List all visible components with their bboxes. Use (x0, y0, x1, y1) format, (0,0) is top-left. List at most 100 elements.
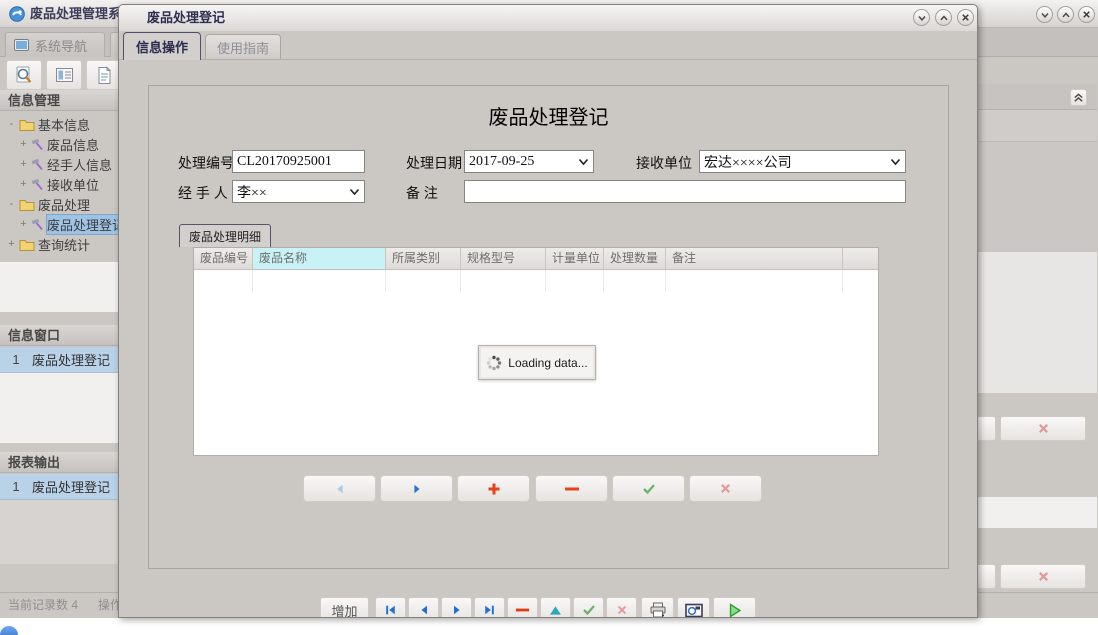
next-record-button[interactable] (441, 597, 472, 618)
next-icon (411, 483, 423, 495)
last-record-button[interactable] (474, 597, 505, 618)
unit-select[interactable]: 宏达××××公司 (699, 150, 906, 173)
edit-record-button[interactable] (540, 597, 571, 618)
column-header[interactable]: 所属类别 (386, 248, 461, 270)
maximize-button[interactable] (1057, 6, 1074, 23)
column-header-highlighted[interactable]: 废品名称 (253, 248, 386, 270)
handler-select[interactable]: 李×× (232, 180, 365, 203)
tree-expander[interactable]: + (18, 158, 29, 170)
row-label: 废品处理登记 (32, 350, 110, 369)
code-input[interactable] (232, 150, 365, 173)
panel-header-info-window[interactable]: 信息窗口 (0, 325, 127, 346)
detail-add-button[interactable] (457, 475, 530, 502)
dialog-maximize-button[interactable] (935, 9, 952, 26)
tab-detail[interactable]: 废品处理明细 (179, 224, 271, 247)
dialog-close-button[interactable] (957, 9, 974, 26)
remove-icon (515, 606, 530, 614)
loading-text: Loading data... (508, 356, 587, 370)
waste-register-dialog: 废品处理登记 信息操作 使用指南 废品处理登记 处理编号 (118, 4, 978, 618)
tree-expander[interactable]: + (18, 138, 29, 150)
divider (119, 59, 977, 60)
prev-icon (334, 483, 346, 495)
tree-item-label: 基本信息 (38, 115, 90, 134)
detail-remove-button[interactable] (535, 475, 608, 502)
column-header[interactable]: 计量单位 (546, 248, 604, 270)
right-panel-header (978, 84, 1097, 110)
tab-label: 废品处理明细 (189, 228, 261, 245)
close-icon (1081, 9, 1092, 20)
monitor-icon (14, 39, 29, 51)
run-button[interactable] (713, 597, 756, 618)
unit-label: 接收单位 (636, 151, 692, 175)
taskbar-peek-icon (0, 626, 18, 635)
date-select[interactable]: 2017-09-25 (464, 150, 594, 173)
column-header[interactable]: 处理数量 (604, 248, 666, 270)
column-header[interactable]: 规格型号 (461, 248, 546, 270)
right-panel-content (978, 252, 1097, 393)
tree-item-label: 接收单位 (47, 175, 99, 194)
first-record-button[interactable] (375, 597, 406, 618)
dialog-titlebar[interactable]: 废品处理登记 (119, 5, 977, 31)
tab-system-nav[interactable]: 系统导航 (5, 32, 105, 57)
detail-confirm-button[interactable] (612, 475, 685, 502)
dialog-minimize-button[interactable] (913, 9, 930, 26)
close-button[interactable] (1078, 6, 1095, 23)
last-icon (483, 604, 496, 616)
tree-expander[interactable]: + (18, 178, 29, 190)
chevron-down-icon (1039, 9, 1051, 21)
tree-expander[interactable]: - (6, 118, 17, 130)
panel-header-report-output[interactable]: 报表输出 (0, 452, 127, 473)
folder-icon (19, 118, 35, 131)
delete-record-button[interactable] (507, 597, 538, 618)
add-icon (487, 482, 501, 496)
detail-cancel-button[interactable] (689, 475, 762, 502)
report-toolbar-button[interactable] (46, 60, 82, 90)
minimize-button[interactable] (1036, 6, 1053, 23)
column-header[interactable] (843, 248, 878, 270)
remark-input[interactable] (464, 180, 906, 203)
preview-button[interactable] (677, 597, 710, 618)
column-header[interactable]: 废品编号 (194, 248, 253, 270)
dialog-window-controls (913, 9, 974, 26)
report-output-row[interactable]: 1 废品处理登记 (0, 474, 127, 500)
print-button[interactable] (641, 597, 674, 618)
tab-label: 使用指南 (217, 38, 269, 57)
tree-expander[interactable]: - (6, 198, 17, 210)
detail-next-button[interactable] (380, 475, 453, 502)
tab-info-operation[interactable]: 信息操作 (123, 32, 201, 60)
panel-header-info-manage[interactable]: 信息管理 (0, 90, 127, 111)
detail-prev-button[interactable] (303, 475, 376, 502)
grid-header: 废品编号 废品名称 所属类别 规格型号 计量单位 处理数量 备注 (194, 248, 878, 270)
search-toolbar-button[interactable] (6, 60, 42, 90)
confirm-check-icon (642, 483, 656, 495)
cancel-button[interactable] (1000, 416, 1086, 441)
next-icon (451, 604, 463, 616)
document-toolbar-button[interactable] (86, 60, 122, 90)
print-icon (649, 602, 667, 618)
save-record-button[interactable] (573, 597, 604, 618)
loading-spinner-icon (486, 355, 502, 371)
tree-item-label: 废品信息 (47, 135, 99, 154)
panel-header-label: 报表输出 (8, 455, 60, 470)
tree-expander[interactable]: + (6, 238, 17, 250)
document-icon (95, 66, 113, 85)
form-heading: 废品处理登记 (148, 101, 949, 130)
column-header[interactable]: 备注 (666, 248, 843, 270)
chevron-up-icon (938, 12, 950, 24)
cancel-record-button[interactable] (606, 597, 637, 618)
panel-header-label: 信息管理 (8, 93, 60, 108)
cancel-button[interactable] (1000, 564, 1086, 589)
tree-item-label: 经手人信息 (47, 155, 112, 174)
info-window-row[interactable]: 1 废品处理登记 (0, 347, 127, 373)
collapse-panel-button[interactable] (1070, 89, 1087, 106)
add-record-button[interactable]: 增加 (320, 597, 369, 618)
info-window-list: 1 废品处理登记 (0, 347, 127, 443)
remove-icon (564, 485, 580, 493)
row-label: 废品处理登记 (32, 477, 110, 496)
tree-expander[interactable]: + (18, 218, 29, 230)
cancel-x-icon (1037, 422, 1050, 435)
tab-user-guide[interactable]: 使用指南 (205, 34, 281, 60)
tool-icon (31, 218, 44, 231)
prev-record-button[interactable] (408, 597, 439, 618)
date-label: 处理日期 (406, 151, 462, 175)
